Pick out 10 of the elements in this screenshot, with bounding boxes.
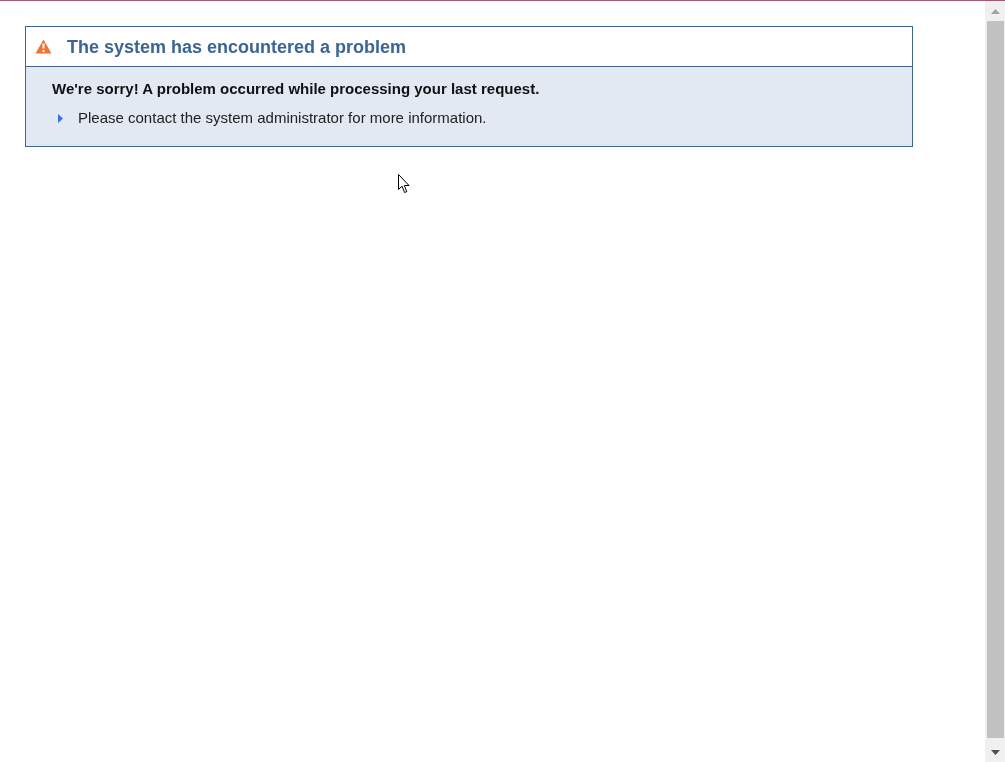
bullet-icon [58,113,63,123]
scrollbar-thumb[interactable] [986,21,1004,738]
scrollbar[interactable] [985,1,1005,762]
mouse-cursor-icon [398,174,411,194]
detail-text: Please contact the system administrator for more information. [78,109,487,127]
warning-icon [35,39,52,54]
error-message: We're sorry! A problem occurred while processing your last request. [52,80,541,98]
error-title: The system has encountered a problem [67,35,407,58]
scroll-up-icon[interactable] [990,8,1000,14]
scroll-down-icon[interactable] [990,749,1000,755]
